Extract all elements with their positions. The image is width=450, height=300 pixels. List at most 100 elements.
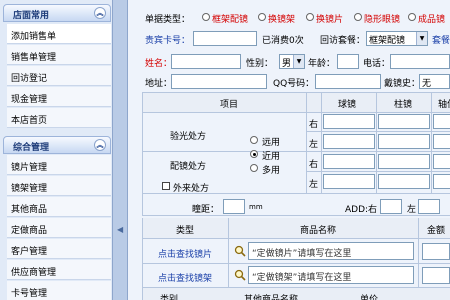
opt-right-sph-input[interactable] [323,114,375,129]
add-right-input[interactable] [380,199,402,214]
external-rx-checkbox[interactable] [162,182,170,190]
rx-col-item: 项目 [220,100,239,110]
age-label: 年龄： [308,59,336,69]
gender-select[interactable]: 男 ▼ [279,54,305,69]
add-right-label: ADD:右 [345,205,378,215]
address-label: 地址： [145,79,173,89]
fit-right-sph-input[interactable] [323,154,375,169]
order-type-change-frame-label: 换镜架 [268,15,296,25]
collapse-arrow-icon[interactable]: ◀ [117,225,123,234]
frame-amount-input[interactable] [422,267,450,284]
distance-radio-multi[interactable] [250,164,258,172]
return-visit-value: 框架配镜 [369,36,406,46]
opt-right-axis-input[interactable] [433,114,450,129]
glasses-history-input[interactable]: 无 [419,74,450,89]
sidebar-item-other-goods[interactable]: 其他商品 [7,197,111,217]
qq-label: QQ号码： [273,79,315,89]
chevron-down-icon: ▼ [416,32,427,45]
address-input[interactable] [171,74,267,89]
return-visit-select[interactable]: 框架配镜 ▼ [366,31,428,46]
add-left-input[interactable] [418,199,440,214]
return-visit-label: 回访套餐： [320,36,366,46]
sidebar-item-frame-manage[interactable]: 镜架管理 [7,176,111,196]
fit-left-cyl-input[interactable] [378,174,430,189]
qq-input[interactable] [315,74,381,89]
sidebar-item-supplier-manage[interactable]: 供应商管理 [7,260,111,280]
search-icon[interactable] [234,245,246,257]
fit-left-sph-input[interactable] [323,174,375,189]
pick-lens-link[interactable]: 点击查找镜片 [158,247,212,260]
section-header-store[interactable]: 店面常用 ︽ [3,4,111,22]
sidebar-item-lens-manage[interactable]: 镜片管理 [7,155,111,175]
sidebar-item-cash-manage[interactable]: 现金管理 [7,87,111,107]
lens-amount-input[interactable] [422,243,450,260]
order-type-radio-frame[interactable] [202,13,210,21]
sidebar-item-sales-order-manage[interactable]: 销售单管理 [7,45,111,65]
other-goods-col-category: 类别 [160,295,179,300]
goods-col-name: 商品名称 [300,226,337,236]
order-type-radio-change-frame[interactable] [258,13,266,21]
sidebar-item-add-sales-order[interactable]: 添加销售单 [7,24,111,44]
custom-frame-input[interactable]: “定做镜架”请填写在这里 [248,266,414,284]
order-type-change-lens-label: 换镜片 [316,15,344,25]
age-input[interactable] [337,54,359,69]
rx-row-fitting: 配镜处方 [170,162,207,172]
collapse-icon[interactable]: ︽ [94,7,106,19]
order-type-frame-label: 框架配镜 [212,15,249,25]
fit-right-cyl-input[interactable] [378,154,430,169]
opt-right-cyl-input[interactable] [378,114,430,129]
goods-col-type: 类型 [176,226,195,236]
order-type-ready-made-label: 成品镜 [418,15,446,25]
distance-radio-far[interactable] [250,136,258,144]
other-goods-col-name: 其他商品名称 [244,295,299,300]
order-type-label: 单据类型： [145,15,191,25]
name-input[interactable] [171,54,241,69]
rx-col-sph: 球镜 [338,100,357,110]
rx-row-external: 外来处方 [173,184,210,194]
vip-card-label: 贵宾卡号： [145,36,191,46]
sidebar-item-custom-goods[interactable]: 定做商品 [7,218,111,238]
search-icon[interactable] [234,269,246,281]
rx-col-axis: 轴位 [438,100,450,110]
consumed-count: 已消费0次 [262,36,304,46]
vip-card-input[interactable] [193,31,257,46]
section-header-general[interactable]: 综合管理 ︽ [3,136,111,154]
fit-right-axis-input[interactable] [433,154,450,169]
opt-left-sph-input[interactable] [323,134,375,149]
rx-left-label: 左 [309,180,319,190]
gender-label: 性别： [246,59,274,69]
order-type-radio-change-lens[interactable] [306,13,314,21]
distance-multi-label: 多用 [262,166,281,176]
sidebar: 店面常用 ︽ 添加销售单 销售单管理 回访登记 现金管理 本店首页 综合管理 ︽… [0,0,112,300]
pupil-distance-input[interactable] [223,199,245,214]
collapse-icon[interactable]: ︽ [94,139,106,151]
opt-left-axis-input[interactable] [433,134,450,149]
phone-label: 电话： [363,59,391,69]
sidebar-item-store-home[interactable]: 本店首页 [7,108,111,128]
distance-far-label: 远用 [262,138,281,148]
order-type-radio-contact[interactable] [354,13,362,21]
goods-col-amount: 金额 [427,226,446,236]
glasses-history-label: 戴镜史： [384,79,421,89]
phone-input[interactable] [390,54,450,69]
sidebar-item-customer-manage[interactable]: 客户管理 [7,239,111,259]
section-title: 综合管理 [13,143,50,153]
distance-radio-near[interactable] [250,150,258,158]
set-label: 套餐 [432,36,450,46]
rx-right-label: 右 [309,120,319,130]
gender-value: 男 [282,59,292,69]
rx-col-cyl: 柱镜 [394,100,413,110]
sidebar-item-return-visit[interactable]: 回访登记 [7,66,111,86]
sales-order-form: 单据类型： 框架配镜 换镜架 换镜片 隐形眼镜 成品镜 贵宾卡号： 已消费0次 … [128,0,450,300]
chevron-down-icon: ▼ [293,55,304,68]
opt-left-cyl-input[interactable] [378,134,430,149]
add-left-label: 左 [407,205,417,215]
fit-left-axis-input[interactable] [433,174,450,189]
name-label: 姓名： [145,59,173,69]
sidebar-item-card-manage[interactable]: 卡号管理 [7,281,111,300]
custom-lens-input[interactable]: “定做镜片”请填写在这里 [248,242,414,260]
sidebar-splitter[interactable]: ◀ [112,0,128,300]
pick-frame-link[interactable]: 点击查找镜架 [158,271,212,284]
pupil-unit: mm [249,203,263,211]
order-type-radio-ready-made[interactable] [408,13,416,21]
